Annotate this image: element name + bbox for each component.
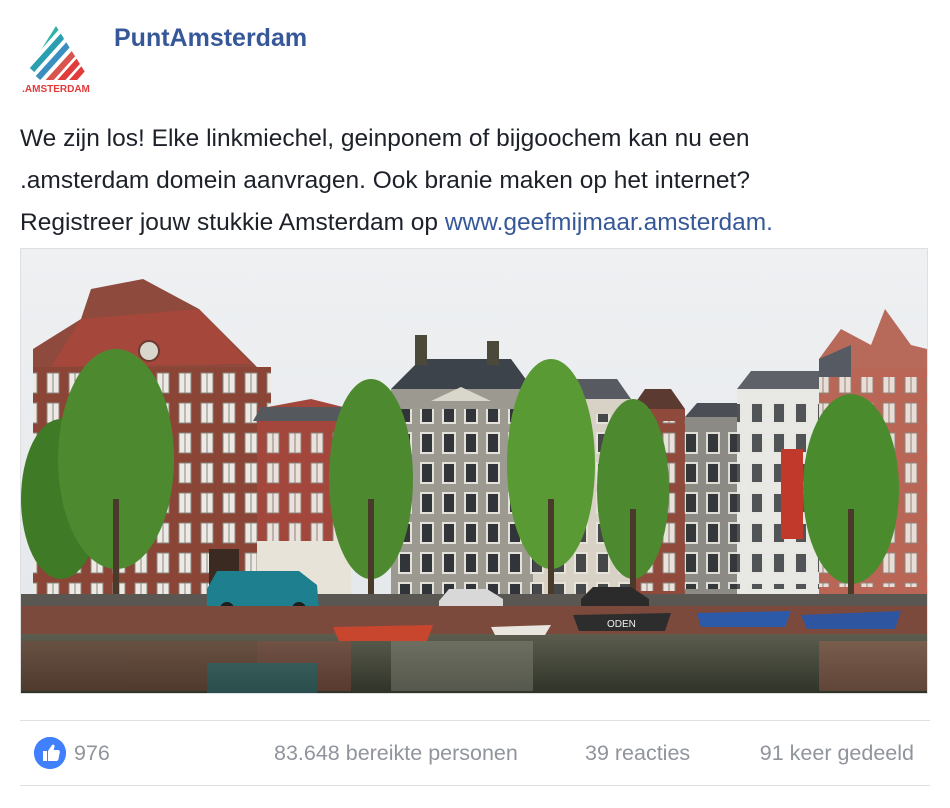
post-message: We zijn los! Elke linkmiechel, geinponem…	[20, 118, 920, 244]
post-photo[interactable]: ODEN	[20, 248, 928, 694]
facebook-post: .AMSTERDAM PuntAmsterdam We zijn los! El…	[0, 0, 950, 808]
post-stats-bar: 976 83.648 bereikte personen 39 reacties…	[34, 735, 914, 773]
footer-divider-top	[20, 720, 930, 721]
footer-divider-bottom	[20, 785, 930, 786]
reactions-count[interactable]: 39 reacties	[585, 741, 690, 766]
amsterdam-logo-icon: .AMSTERDAM	[18, 22, 94, 98]
svg-text:ODEN: ODEN	[607, 619, 636, 630]
message-line-3-text: Registreer jouw stukkie Amsterdam op	[20, 209, 445, 236]
message-line-1: We zijn los! Elke linkmiechel, geinponem…	[20, 125, 750, 152]
canal-houses-illustration: ODEN	[21, 249, 927, 693]
message-line-2: .amsterdam domein aanvragen. Ook branie …	[20, 167, 750, 194]
page-avatar-logo[interactable]: .AMSTERDAM	[18, 22, 94, 98]
thumbs-up-icon[interactable]	[34, 737, 66, 769]
people-reached: 83.648 bereikte personen	[274, 741, 518, 765]
post-link[interactable]: www.geefmijmaar.amsterdam.	[445, 209, 773, 236]
logo-wordmark: .AMSTERDAM	[22, 84, 90, 95]
canal-wall	[21, 606, 927, 636]
page-name-link[interactable]: PuntAmsterdam	[114, 24, 307, 53]
message-line-3: Registreer jouw stukkie Amsterdam op www…	[20, 202, 920, 244]
like-count[interactable]: 976	[74, 741, 110, 766]
shares-count[interactable]: 91 keer gedeeld	[760, 741, 914, 766]
